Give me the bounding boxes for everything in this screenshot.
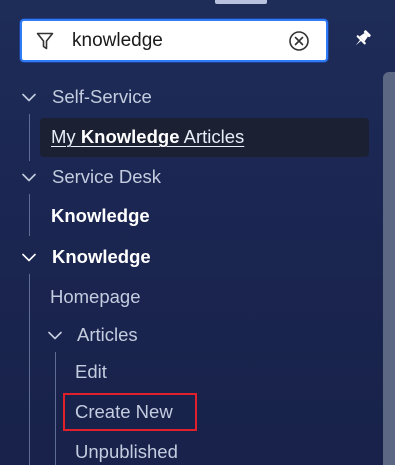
nav-item-my-knowledge-articles[interactable]: My Knowledge Articles (51, 122, 244, 152)
tree-guide-line (29, 194, 30, 236)
nav-item-knowledge[interactable]: Knowledge (51, 201, 150, 231)
nav-group-label: Service Desk (52, 166, 161, 187)
tree-guide-line (29, 114, 30, 161)
nav-item-label: Edit (75, 361, 107, 382)
nav-group-label: Articles (77, 324, 138, 345)
chevron-down-icon[interactable] (48, 331, 62, 340)
circle-x-icon[interactable] (288, 30, 310, 52)
nav-group-self-service[interactable]: Self-Service (52, 82, 152, 112)
active-tab-indicator (215, 0, 267, 4)
nav-item-edit[interactable]: Edit (75, 357, 107, 387)
nav-item-label: Unpublished (75, 441, 178, 462)
annotation-highlight-box (63, 393, 197, 431)
chevron-down-icon[interactable] (22, 173, 36, 182)
nav-group-label: Knowledge (52, 246, 151, 267)
tree-guide-line (29, 274, 30, 465)
nav-group-service-desk[interactable]: Service Desk (52, 162, 161, 192)
filter-icon (36, 32, 54, 50)
nav-item-label-suffix: Articles (179, 126, 245, 147)
nav-group-articles[interactable]: Articles (77, 320, 138, 350)
nav-item-label: Homepage (50, 286, 141, 307)
nav-group-knowledge[interactable]: Knowledge (52, 242, 151, 272)
filter-search-box[interactable] (20, 19, 328, 62)
pin-icon[interactable] (351, 28, 373, 50)
nav-item-label: Knowledge (51, 205, 150, 226)
tree-guide-line (55, 352, 56, 465)
scrollbar-thumb[interactable] (383, 72, 395, 465)
nav-item-homepage[interactable]: Homepage (50, 282, 141, 312)
nav-group-label: Self-Service (52, 86, 152, 107)
filter-search-input[interactable] (72, 28, 282, 54)
chevron-down-icon[interactable] (22, 253, 36, 262)
navigation-panel: Self-Service My Knowledge Articles Servi… (0, 0, 395, 465)
chevron-down-icon[interactable] (22, 93, 36, 102)
nav-item-unpublished[interactable]: Unpublished (75, 437, 178, 465)
nav-item-label-prefix: My (51, 126, 81, 147)
search-match-highlight: Knowledge (80, 126, 180, 147)
